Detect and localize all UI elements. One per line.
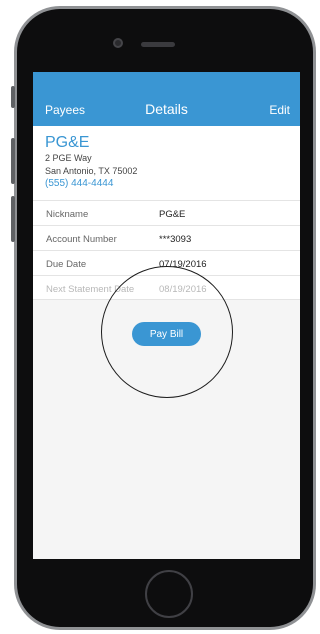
edit-button[interactable]: Edit <box>269 103 290 117</box>
payee-phone-link[interactable]: (555) 444-4444 <box>45 178 113 189</box>
payee-name: PG&E <box>45 134 90 151</box>
detail-label: Next Statement Date <box>46 284 135 295</box>
volume-up-button <box>11 138 15 184</box>
payee-details-list: Nickname PG&E Account Number ***3093 Due… <box>33 200 300 300</box>
detail-row-account-number: Account Number ***3093 <box>33 225 300 250</box>
detail-label: Nickname <box>46 209 89 220</box>
detail-value: ***3093 <box>159 234 192 245</box>
pay-bill-button[interactable]: Pay Bill <box>132 322 201 346</box>
detail-value: PG&E <box>159 209 186 220</box>
navigation-bar: Payees Details Edit <box>33 72 300 126</box>
detail-value: 08/19/2016 <box>159 284 207 295</box>
payee-address-line1: 2 PGE Way <box>45 153 92 163</box>
app-screen: Payees Details Edit PG&E 2 PGE Way San A… <box>33 72 300 559</box>
detail-label: Account Number <box>46 234 117 245</box>
page-title: Details <box>145 101 188 117</box>
detail-row-due-date: Due Date 07/19/2016 <box>33 250 300 275</box>
payee-header: PG&E 2 PGE Way San Antonio, TX 75002 (55… <box>33 126 300 200</box>
front-camera <box>113 38 123 48</box>
silent-switch <box>11 86 15 108</box>
detail-value: 07/19/2016 <box>159 259 207 270</box>
detail-row-nickname: Nickname PG&E <box>33 200 300 225</box>
earpiece-speaker <box>141 42 175 47</box>
detail-row-next-statement-date: Next Statement Date 08/19/2016 <box>33 275 300 300</box>
payee-address-line2: San Antonio, TX 75002 <box>45 166 138 176</box>
detail-label: Due Date <box>46 259 87 270</box>
volume-down-button <box>11 196 15 242</box>
home-button[interactable] <box>145 570 193 618</box>
